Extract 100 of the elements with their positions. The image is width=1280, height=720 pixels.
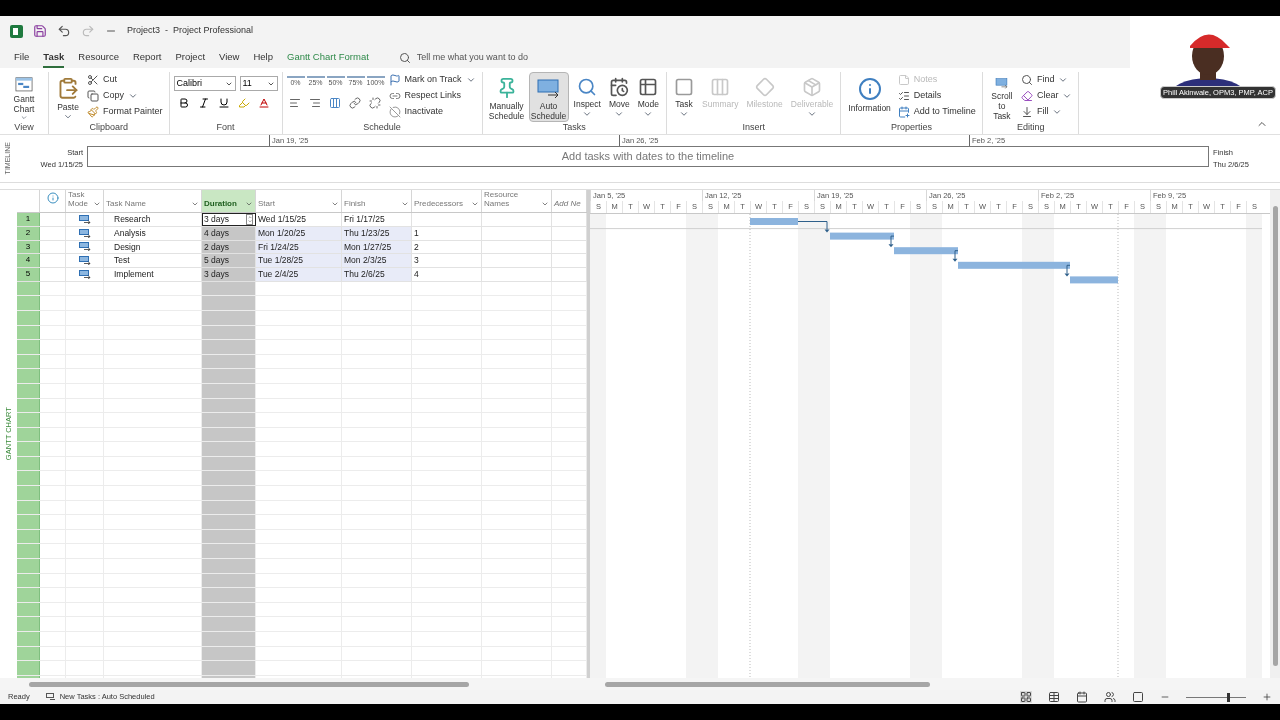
table-cell: Mon 2/3/25: [342, 254, 412, 267]
split-icon[interactable]: [328, 97, 341, 109]
ribbon-tab[interactable]: Report: [132, 48, 162, 68]
filter-caret-icon[interactable]: [401, 200, 409, 208]
task-usage-icon[interactable]: [1048, 691, 1060, 703]
ribbon-button[interactable]: Cut: [85, 72, 165, 88]
timeline-bar[interactable]: Add tasks with dates to the timeline: [87, 146, 1209, 167]
column-header[interactable]: Duration: [202, 190, 256, 212]
row-header[interactable]: [17, 632, 40, 646]
filter-caret-icon[interactable]: [541, 200, 549, 208]
row-header[interactable]: [17, 515, 40, 529]
row-header[interactable]: [17, 486, 40, 500]
row-header[interactable]: [17, 442, 40, 456]
ribbon-button[interactable]: Inspect: [570, 72, 604, 122]
redo-icon[interactable]: [81, 24, 95, 38]
zoom-in-icon[interactable]: [1262, 692, 1272, 702]
row-header[interactable]: [17, 661, 40, 675]
indent-icon[interactable]: [308, 97, 321, 109]
table-cell: Thu 2/6/25: [342, 268, 412, 281]
ribbon-button[interactable]: Inactivate: [386, 104, 478, 120]
search-icon: [398, 52, 411, 64]
row-number[interactable]: 4: [17, 254, 40, 267]
resource-sheet-icon[interactable]: [1104, 691, 1116, 703]
ribbon-button[interactable]: Add to Timeline: [895, 104, 978, 120]
reports-icon[interactable]: [1132, 691, 1144, 703]
zoom-slider[interactable]: [1186, 692, 1246, 702]
filter-caret-icon[interactable]: [93, 200, 101, 208]
row-header[interactable]: [17, 471, 40, 486]
team-planner-icon[interactable]: [1076, 691, 1088, 703]
auto-scheduled-icon: [78, 242, 91, 252]
ribbon-button[interactable]: Respect Links: [386, 88, 478, 104]
ribbon-button[interactable]: Mark on Track: [386, 72, 478, 88]
underline-icon[interactable]: [217, 97, 230, 109]
ribbon-button[interactable]: Fill: [1018, 104, 1075, 120]
ribbon-button[interactable]: Manually Schedule: [486, 72, 527, 122]
filter-caret-icon[interactable]: [331, 200, 339, 208]
row-header[interactable]: [17, 296, 40, 310]
ribbon-button[interactable]: Paste: [53, 72, 83, 122]
ribbon-tab[interactable]: Project: [175, 48, 206, 68]
column-header[interactable]: Predecessors: [412, 190, 482, 212]
column-header[interactable]: Resource Names: [482, 190, 552, 212]
row-header[interactable]: [17, 559, 40, 573]
italic-icon[interactable]: [197, 97, 210, 109]
link-icon[interactable]: [348, 97, 361, 109]
link-arrow: [888, 235, 895, 248]
column-header[interactable]: Start: [256, 190, 342, 212]
search-icon: [1020, 74, 1033, 86]
row-header[interactable]: [17, 617, 40, 631]
ribbon-button[interactable]: Find: [1018, 72, 1075, 88]
ribbon-button[interactable]: Task: [671, 72, 697, 122]
table-icon: [638, 77, 659, 97]
ribbon-button[interactable]: Scroll to Task: [986, 72, 1017, 122]
unlink-icon[interactable]: [368, 97, 381, 109]
ribbon-tab[interactable]: Help: [253, 48, 273, 68]
ribbon-tab[interactable]: Resource: [78, 48, 119, 68]
ribbon-button[interactable]: Format Painter: [85, 104, 165, 120]
ribbon-button[interactable]: Details: [895, 88, 978, 104]
ribbon-tab[interactable]: Gantt Chart Format: [287, 48, 369, 68]
ribbon-button[interactable]: Auto Schedule: [528, 72, 569, 122]
zoom-thumb[interactable]: [1227, 692, 1231, 702]
undo-icon[interactable]: [57, 24, 71, 38]
ribbon-tab[interactable]: File: [14, 48, 30, 68]
ribbon-button[interactable]: Clear: [1018, 88, 1075, 104]
gantt-bar[interactable]: [958, 261, 1070, 269]
font-family-field[interactable]: Calibri: [173, 76, 236, 91]
column-header[interactable]: Finish: [342, 190, 412, 212]
column-header[interactable]: Add Ne: [552, 190, 587, 212]
spinner-icon[interactable]: [246, 213, 253, 225]
column-header[interactable]: Task Mode: [66, 190, 104, 212]
vertical-scrollbar[interactable]: [1270, 190, 1280, 678]
gantt-bar[interactable]: [894, 247, 958, 255]
column-header[interactable]: Task Name: [104, 190, 202, 212]
filter-caret-icon[interactable]: [471, 200, 479, 208]
filter-caret-icon[interactable]: [245, 200, 253, 208]
highlighter-icon[interactable]: [237, 97, 250, 109]
row-header[interactable]: [17, 588, 40, 602]
save-icon[interactable]: [33, 24, 47, 38]
gantt-bar[interactable]: [1070, 276, 1118, 284]
bold-icon[interactable]: [177, 97, 190, 109]
ribbon-button[interactable]: Copy: [85, 88, 165, 104]
font-size-field[interactable]: 11: [239, 76, 278, 91]
ribbon-button[interactable]: Mode: [634, 72, 662, 122]
caret-icon: [1062, 91, 1073, 101]
row-number[interactable]: 1: [17, 213, 40, 226]
row-header[interactable]: [17, 544, 40, 559]
gantt-bar[interactable]: [830, 232, 894, 240]
outdent-icon[interactable]: [288, 97, 301, 109]
font-color-icon[interactable]: [257, 97, 270, 109]
row-number[interactable]: 5: [17, 268, 40, 281]
row-header[interactable]: [17, 413, 40, 427]
caret-icon: [19, 113, 29, 121]
ribbon-button[interactable]: Gantt Chart: [4, 72, 44, 122]
ribbon-tab[interactable]: View: [219, 48, 240, 68]
gantt-view-icon[interactable]: [1020, 691, 1032, 703]
ribbon-button[interactable]: Information: [845, 72, 894, 122]
filter-caret-icon[interactable]: [191, 200, 199, 208]
ribbon-button[interactable]: Move: [605, 72, 633, 122]
tell-me-field[interactable]: Tell me what you want to do: [416, 51, 567, 65]
row-header[interactable]: [17, 340, 40, 354]
row-header[interactable]: [17, 369, 40, 383]
